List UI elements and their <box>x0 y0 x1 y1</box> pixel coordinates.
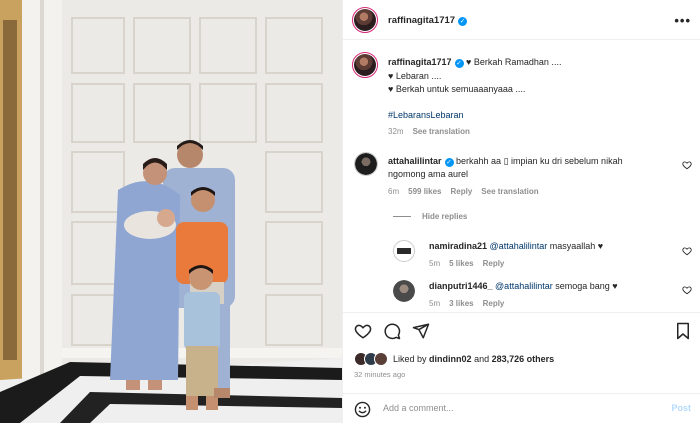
bookmark-save-icon[interactable] <box>675 322 691 340</box>
liked-by-text: Liked by dindinn02 and 283,726 others <box>393 354 555 364</box>
caption-text-3: ♥ Berkah untuk semuaaanyaaa .... <box>388 84 526 94</box>
reply-time: 5m <box>429 259 441 268</box>
post-comment-button[interactable]: Post <box>671 403 691 413</box>
reply-line: dianputri1446_ @attahalilintar semoga ba… <box>429 281 618 291</box>
reply-time: 5m <box>429 299 441 308</box>
see-translation-link[interactable]: See translation <box>413 127 470 136</box>
post-timestamp[interactable]: 32 minutes ago <box>354 370 405 379</box>
verified-badge-icon: ✓ <box>458 17 468 26</box>
caption-hashtag[interactable]: #LebaransLebaran <box>388 110 464 120</box>
comment-avatar[interactable] <box>354 152 378 176</box>
family-photo-illustration <box>0 0 342 423</box>
reply-username[interactable]: namiradina21 <box>429 241 487 251</box>
header-username[interactable]: raffinagita1717 ✓ <box>388 15 468 26</box>
comment-input[interactable]: Add a comment... <box>383 403 454 413</box>
reply-likes[interactable]: 5 likes <box>449 259 473 268</box>
emoji-smiley-icon[interactable] <box>354 401 371 418</box>
liked-by-user[interactable]: dindinn02 <box>429 354 472 364</box>
comment-likes[interactable]: 599 likes <box>408 187 441 196</box>
reply-reply-button[interactable]: Reply <box>483 259 505 268</box>
hide-replies-button[interactable]: Hide replies <box>422 212 476 221</box>
share-send-icon[interactable] <box>412 322 430 340</box>
comment-text-1: berkahh aa ▯ impian ku dri sebelum nikah <box>456 156 623 166</box>
more-options-icon[interactable]: ••• <box>674 13 691 28</box>
comment-time: 6m <box>388 187 400 196</box>
verified-badge-icon: ✓ <box>454 59 464 68</box>
reply-reply-button[interactable]: Reply <box>483 299 505 308</box>
post-header: raffinagita1717 ✓ ••• <box>343 0 700 40</box>
comment-meta: 6m 599 likes Reply See translation <box>388 187 548 196</box>
reply-avatar[interactable] <box>393 240 415 262</box>
hide-replies-line <box>393 216 411 217</box>
reply-text: semoga bang ♥ <box>555 281 618 291</box>
caption-line1: raffinagita1717 ✓ ♥ Berkah Ramadhan .... <box>388 57 561 68</box>
reply-likes[interactable]: 3 likes <box>449 299 473 308</box>
header-avatar[interactable] <box>352 7 378 33</box>
caption-avatar[interactable] <box>352 52 378 78</box>
caption-meta: 32m See translation <box>388 127 479 136</box>
reply-mention[interactable]: @attahalilintar <box>490 241 548 251</box>
comment-see-translation[interactable]: See translation <box>481 187 538 196</box>
verified-badge-icon: ✓ <box>444 158 454 167</box>
reply-like-heart-icon[interactable] <box>682 285 692 295</box>
reply-meta: 5m 5 likes Reply <box>429 259 513 268</box>
reply-avatar[interactable] <box>393 280 415 302</box>
reply-line: namiradina21 @attahalilintar masyaallah … <box>429 241 603 251</box>
caption-time: 32m <box>388 127 404 136</box>
comment-reply-button[interactable]: Reply <box>451 187 473 196</box>
comment-like-heart-icon[interactable] <box>682 160 692 170</box>
comment-bar: Add a comment... Post <box>343 393 700 423</box>
comment-line1: attahalilintar ✓ berkahh aa ▯ impian ku d… <box>388 156 623 167</box>
caption-text-2: ♥ Lebaran .... <box>388 71 442 81</box>
caption-username[interactable]: raffinagita1717 <box>388 57 452 67</box>
like-heart-icon[interactable] <box>354 322 372 340</box>
post-photo[interactable] <box>0 0 342 423</box>
comment-bubble-icon[interactable] <box>383 322 401 340</box>
comment-username[interactable]: attahalilintar <box>388 156 442 166</box>
caption-text-1: ♥ Berkah Ramadhan .... <box>466 57 562 67</box>
post-side-panel: raffinagita1717 ✓ ••• raffinagita1717 ✓ ♥ … <box>342 0 700 423</box>
reply-text: masyaallah ♥ <box>549 241 604 251</box>
post-actions: Liked by dindinn02 and 283,726 others 32… <box>343 312 700 422</box>
reply-username[interactable]: dianputri1446_ <box>429 281 493 291</box>
likes-count[interactable]: 283,726 others <box>492 354 555 364</box>
comment-text-2: ngomong ama aurel <box>388 169 469 179</box>
reply-like-heart-icon[interactable] <box>682 246 692 256</box>
reply-meta: 5m 3 likes Reply <box>429 299 513 308</box>
reply-mention[interactable]: @attahalilintar <box>495 281 553 291</box>
